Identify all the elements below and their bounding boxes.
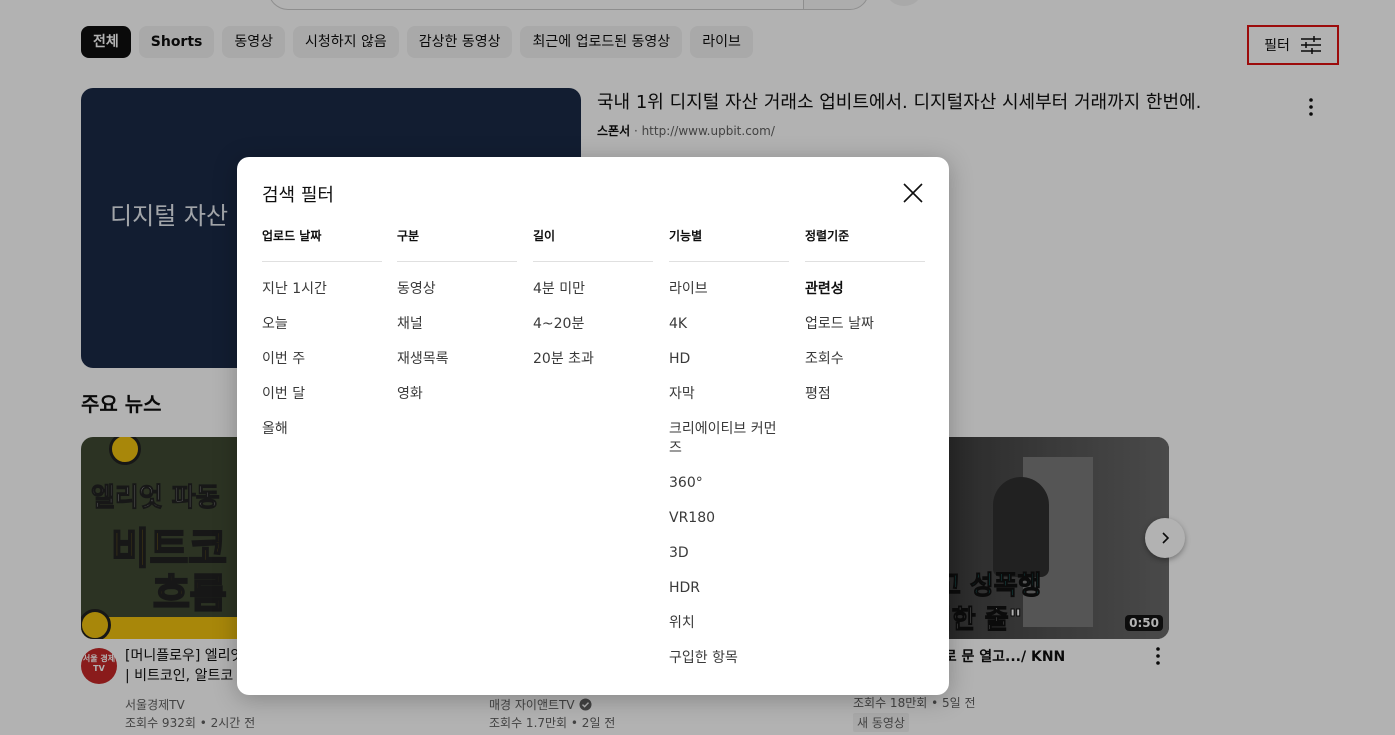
filter-option[interactable]: 평점 (805, 385, 925, 404)
filter-option[interactable]: HDR (669, 579, 789, 598)
filter-option[interactable]: 360° (669, 474, 789, 493)
filter-option[interactable]: 채널 (397, 315, 517, 334)
column-header: 기능별 (669, 227, 789, 262)
filter-option[interactable]: 업로드 날짜 (805, 315, 925, 334)
filter-option[interactable]: 동영상 (397, 280, 517, 299)
filter-option[interactable]: 3D (669, 544, 789, 563)
filter-option[interactable]: 위치 (669, 614, 789, 633)
filter-column-features: 기능별 라이브 4K HD 자막 크리에이티브 커먼즈 360° VR180 3… (669, 227, 789, 684)
filter-option[interactable]: VR180 (669, 509, 789, 528)
youtube-search-page: 전체 Shorts 동영상 시청하지 않음 감상한 동영상 최근에 업로드된 동… (0, 0, 1395, 735)
column-header: 길이 (533, 227, 653, 262)
filter-option[interactable]: HD (669, 350, 789, 369)
filter-option[interactable]: 4분 미만 (533, 280, 653, 299)
filter-option[interactable]: 영화 (397, 385, 517, 404)
filter-option[interactable]: 구입한 항목 (669, 649, 789, 668)
column-header: 업로드 날짜 (262, 227, 382, 262)
filter-option[interactable]: 자막 (669, 385, 789, 404)
filter-option-selected[interactable]: 관련성 (805, 280, 925, 299)
search-filter-dialog: 검색 필터 업로드 날짜 지난 1시간 오늘 이번 주 이번 달 올해 구분 동… (237, 157, 949, 695)
filter-option[interactable]: 조회수 (805, 350, 925, 369)
filter-option[interactable]: 지난 1시간 (262, 280, 382, 299)
column-header: 구분 (397, 227, 517, 262)
filter-column-duration: 길이 4분 미만 4~20분 20분 초과 (533, 227, 653, 385)
filter-column-upload-date: 업로드 날짜 지난 1시간 오늘 이번 주 이번 달 올해 (262, 227, 382, 455)
filter-option[interactable]: 4~20분 (533, 315, 653, 334)
close-icon[interactable] (901, 181, 925, 205)
filter-option[interactable]: 이번 달 (262, 385, 382, 404)
filter-option[interactable]: 라이브 (669, 280, 789, 299)
dialog-title: 검색 필터 (262, 185, 334, 206)
filter-option[interactable]: 올해 (262, 420, 382, 439)
filter-column-type: 구분 동영상 채널 재생목록 영화 (397, 227, 517, 420)
filter-option[interactable]: 4K (669, 315, 789, 334)
filter-option[interactable]: 크리에이티브 커먼즈 (669, 420, 789, 458)
filter-option[interactable]: 20분 초과 (533, 350, 653, 369)
filter-option[interactable]: 재생목록 (397, 350, 517, 369)
filter-option[interactable]: 오늘 (262, 315, 382, 334)
filter-column-sort-by: 정렬기준 관련성 업로드 날짜 조회수 평점 (805, 227, 925, 420)
column-header: 정렬기준 (805, 227, 925, 262)
filter-option[interactable]: 이번 주 (262, 350, 382, 369)
